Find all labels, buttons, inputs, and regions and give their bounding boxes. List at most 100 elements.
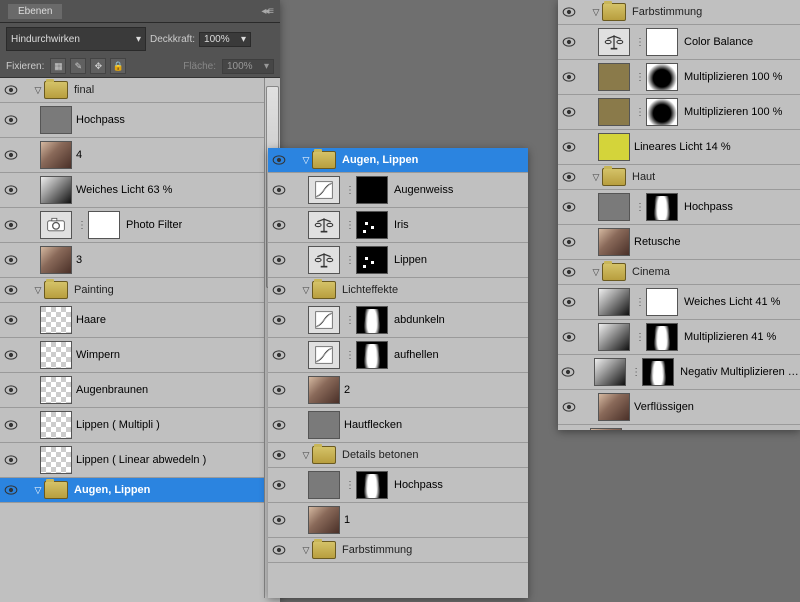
layer-row[interactable]: Lineares Licht 14 %: [558, 130, 800, 165]
layer-row[interactable]: Lippen ( Multipli ): [0, 408, 280, 443]
visibility-toggle[interactable]: [268, 350, 290, 360]
layer-mask[interactable]: [356, 306, 388, 334]
layer-group[interactable]: ▽Farbstimmung: [268, 538, 528, 563]
layer-thumb[interactable]: [598, 98, 630, 126]
layer-mask[interactable]: [646, 98, 678, 126]
layer-thumb[interactable]: [308, 246, 340, 274]
visibility-toggle[interactable]: [268, 315, 290, 325]
visibility-toggle[interactable]: [0, 255, 22, 265]
visibility-toggle[interactable]: [0, 185, 22, 195]
layer-thumb[interactable]: [598, 228, 630, 256]
link-icon[interactable]: ⋮: [636, 70, 644, 84]
visibility-toggle[interactable]: [0, 455, 22, 465]
layer-mask[interactable]: [642, 358, 674, 386]
layer-thumb[interactable]: [598, 28, 630, 56]
disclosure-icon[interactable]: ▽: [32, 84, 44, 96]
visibility-toggle[interactable]: [558, 402, 580, 412]
layer-group[interactable]: ▽Painting: [0, 278, 280, 303]
visibility-toggle[interactable]: [0, 220, 22, 230]
visibility-toggle[interactable]: [0, 285, 22, 295]
layer-group[interactable]: ▽Augen, Lippen: [268, 148, 528, 173]
layer-thumb[interactable]: [40, 246, 72, 274]
visibility-toggle[interactable]: [558, 332, 580, 342]
visibility-toggle[interactable]: [0, 485, 22, 495]
layer-thumb[interactable]: [598, 288, 630, 316]
layer-thumb[interactable]: [40, 176, 72, 204]
layer-mask[interactable]: [356, 341, 388, 369]
visibility-toggle[interactable]: [558, 37, 580, 47]
layer-thumb[interactable]: [594, 358, 626, 386]
layer-thumb[interactable]: [40, 446, 72, 474]
layer-thumb[interactable]: [308, 376, 340, 404]
layer-mask[interactable]: [646, 193, 678, 221]
visibility-toggle[interactable]: [0, 115, 22, 125]
layer-row[interactable]: ⋮Negativ Multiplizieren 34 %: [558, 355, 800, 390]
disclosure-icon[interactable]: ▽: [300, 154, 312, 166]
visibility-toggle[interactable]: [268, 545, 290, 555]
layer-row[interactable]: Hautflecken: [268, 408, 528, 443]
disclosure-icon[interactable]: ▽: [300, 449, 312, 461]
layer-mask[interactable]: [646, 28, 678, 56]
layer-row[interactable]: ⋮Iris: [268, 208, 528, 243]
link-icon[interactable]: ⋮: [636, 105, 644, 119]
visibility-toggle[interactable]: [558, 172, 580, 182]
layer-row[interactable]: Original: [558, 425, 800, 430]
visibility-toggle[interactable]: [558, 237, 580, 247]
link-icon[interactable]: ⋮: [346, 253, 354, 267]
visibility-toggle[interactable]: [268, 155, 290, 165]
link-icon[interactable]: ⋮: [346, 313, 354, 327]
visibility-toggle[interactable]: [268, 420, 290, 430]
layer-mask[interactable]: [356, 211, 388, 239]
visibility-toggle[interactable]: [0, 350, 22, 360]
layer-thumb[interactable]: [40, 411, 72, 439]
visibility-toggle[interactable]: [558, 107, 580, 117]
layer-thumb[interactable]: [308, 306, 340, 334]
layer-mask[interactable]: [646, 288, 678, 316]
layer-mask[interactable]: [356, 246, 388, 274]
blend-mode-select[interactable]: Hindurchwirken▾: [6, 27, 146, 51]
layer-group[interactable]: ▽final: [0, 78, 280, 103]
layer-row[interactable]: Verflüssigen: [558, 390, 800, 425]
layer-group[interactable]: ▽Haut: [558, 165, 800, 190]
layer-thumb[interactable]: [40, 106, 72, 134]
layer-mask[interactable]: [88, 211, 120, 239]
link-icon[interactable]: ⋮: [346, 348, 354, 362]
disclosure-icon[interactable]: ▽: [590, 266, 602, 278]
lock-position-icon[interactable]: ✥: [90, 58, 106, 74]
layer-group[interactable]: ▽Cinema: [558, 260, 800, 285]
disclosure-icon[interactable]: ▽: [32, 284, 44, 296]
layer-thumb[interactable]: [598, 323, 630, 351]
link-icon[interactable]: ⋮: [346, 478, 354, 492]
visibility-toggle[interactable]: [558, 297, 580, 307]
layer-thumb[interactable]: [40, 341, 72, 369]
lock-pixels-icon[interactable]: ✎: [70, 58, 86, 74]
layer-thumb[interactable]: [308, 341, 340, 369]
layer-thumb[interactable]: [598, 393, 630, 421]
lock-transparent-icon[interactable]: ▦: [50, 58, 66, 74]
link-icon[interactable]: ⋮: [632, 365, 640, 379]
layer-mask[interactable]: [356, 471, 388, 499]
layer-row[interactable]: Haare: [0, 303, 280, 338]
link-icon[interactable]: ⋮: [636, 330, 644, 344]
layer-group[interactable]: ▽Lichteffekte: [268, 278, 528, 303]
layer-thumb[interactable]: [598, 63, 630, 91]
layer-row[interactable]: ⋮abdunkeln: [268, 303, 528, 338]
layer-group[interactable]: ▽Details betonen: [268, 443, 528, 468]
layer-row[interactable]: ⋮Hochpass: [558, 190, 800, 225]
visibility-toggle[interactable]: [558, 202, 580, 212]
visibility-toggle[interactable]: [268, 450, 290, 460]
layer-group[interactable]: ▽Farbstimmung: [558, 0, 800, 25]
flyout-icon[interactable]: ◂◂ ≡: [261, 6, 272, 17]
visibility-toggle[interactable]: [558, 267, 580, 277]
link-icon[interactable]: ⋮: [78, 218, 86, 232]
layer-row[interactable]: 4: [0, 138, 280, 173]
disclosure-icon[interactable]: ▽: [300, 544, 312, 556]
visibility-toggle[interactable]: [268, 385, 290, 395]
link-icon[interactable]: ⋮: [636, 200, 644, 214]
visibility-toggle[interactable]: [558, 367, 578, 377]
visibility-toggle[interactable]: [0, 315, 22, 325]
fill-input[interactable]: 100%▾: [222, 59, 274, 74]
layer-row[interactable]: ⋮Photo Filter: [0, 208, 280, 243]
layer-row[interactable]: ⋮Multiplizieren 100 %: [558, 95, 800, 130]
layer-thumb[interactable]: [308, 506, 340, 534]
